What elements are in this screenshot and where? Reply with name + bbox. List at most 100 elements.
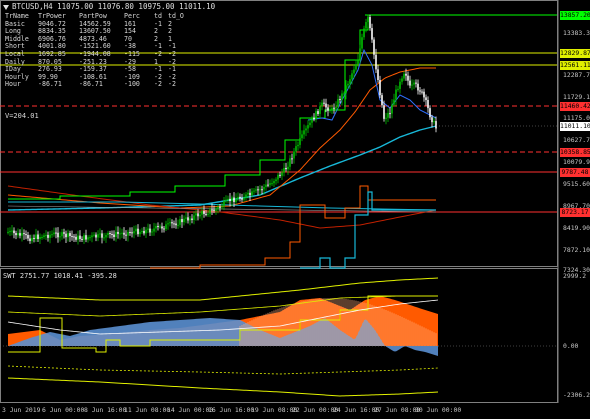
collapse-triangle-icon[interactable] — [3, 4, 9, 10]
candle-body — [249, 192, 251, 196]
candle-body — [259, 189, 261, 191]
candle-body — [335, 106, 337, 109]
candle-body — [173, 223, 175, 225]
table-row: Hour -86.71 -86.71 -100 -2 -2 — [5, 81, 184, 89]
candle-body — [299, 138, 301, 145]
candle-body — [219, 206, 221, 208]
price-axis-label: 9515.60 — [563, 180, 590, 188]
candle-body — [239, 196, 241, 199]
candle-body — [421, 91, 423, 93]
candle-body — [215, 209, 217, 211]
candle-body — [385, 117, 387, 119]
candle-body — [353, 69, 355, 74]
time-axis-label: 6 Jun 00:00 — [42, 406, 85, 414]
candle-body — [261, 189, 263, 191]
candle-body — [165, 224, 167, 229]
time-axis-label: 3 Jun 2019 — [2, 406, 41, 414]
candle-body — [197, 213, 199, 217]
candle-body — [161, 226, 163, 229]
candle-body — [23, 233, 25, 235]
candle-body — [7, 231, 9, 233]
candle-body — [181, 219, 183, 223]
candle-body — [31, 237, 33, 241]
step-line — [150, 185, 436, 269]
candle-body — [221, 206, 223, 208]
candle-body — [139, 232, 141, 235]
candle-body — [369, 17, 371, 29]
candle-body — [91, 235, 93, 238]
candle-body — [243, 197, 245, 200]
candle-body — [117, 231, 119, 234]
candle-body — [285, 167, 287, 170]
candle-body — [115, 231, 117, 237]
candle-body — [295, 146, 297, 152]
candle-body — [287, 166, 289, 170]
candle-body — [85, 235, 87, 240]
candle-body — [203, 211, 205, 214]
candle-body — [149, 228, 151, 233]
candle-body — [9, 231, 11, 233]
candle-body — [247, 192, 249, 195]
candle-body — [179, 219, 181, 225]
candle-body — [319, 106, 321, 114]
candle-body — [343, 93, 345, 95]
swt-indicator — [0, 277, 557, 397]
time-axis-label: 30 Jun 00:00 — [415, 406, 462, 414]
candle-body — [427, 100, 429, 109]
candle-body — [389, 113, 391, 115]
candle-body — [359, 48, 361, 60]
candle-body — [19, 233, 21, 236]
candle-body — [387, 113, 389, 118]
candle-body — [97, 234, 99, 238]
candle-body — [49, 234, 51, 238]
candle-body — [333, 107, 335, 109]
candle-body — [187, 217, 189, 221]
candle-body — [127, 231, 129, 236]
price-tag: 13857.20 — [560, 11, 590, 20]
candle-body — [67, 233, 69, 238]
candle-body — [71, 236, 73, 238]
candle-body — [101, 233, 103, 238]
volume-value: V=204.01 — [5, 112, 39, 120]
candle-body — [183, 218, 185, 223]
candle-body — [225, 199, 227, 202]
candle-body — [419, 90, 421, 92]
candle-body — [65, 233, 67, 238]
candle-body — [153, 228, 155, 232]
price-axis-label: 11175.00 — [563, 114, 590, 122]
candle-body — [383, 105, 385, 119]
candle-body — [341, 93, 343, 100]
table-cell: -100 — [124, 80, 140, 89]
candle-body — [397, 88, 399, 90]
candle-body — [211, 209, 213, 211]
time-axis-label: 19 Jun 08:00 — [251, 406, 298, 414]
candle-body — [75, 236, 77, 240]
price-axis-label: 12287.70 — [563, 71, 590, 79]
candle-body — [235, 198, 237, 202]
time-axis-label: 27 Jun 08:00 — [374, 406, 421, 414]
candle-body — [37, 234, 39, 240]
candle-body — [51, 234, 53, 236]
candle-body — [99, 233, 101, 235]
candle-body — [355, 64, 357, 70]
table-cell: -86.71 — [79, 80, 103, 89]
candle-body — [303, 130, 305, 135]
candle-body — [431, 117, 433, 123]
candle-body — [185, 217, 187, 219]
candle-body — [175, 223, 177, 226]
candle-body — [137, 228, 139, 235]
price-tag: 12561.11 — [560, 61, 590, 70]
candle-body — [135, 228, 137, 232]
table-cell: -2 — [168, 80, 176, 89]
candle-body — [245, 194, 247, 198]
candle-body — [133, 231, 135, 234]
candle-body — [21, 233, 23, 236]
candle-body — [347, 83, 349, 86]
candle-body — [381, 95, 383, 106]
candle-body — [27, 235, 29, 239]
candle-body — [293, 151, 295, 159]
candle-body — [119, 233, 121, 235]
candle-body — [191, 218, 193, 220]
sub-axis-label: -2306.2 — [563, 391, 590, 399]
candle-body — [403, 73, 405, 79]
